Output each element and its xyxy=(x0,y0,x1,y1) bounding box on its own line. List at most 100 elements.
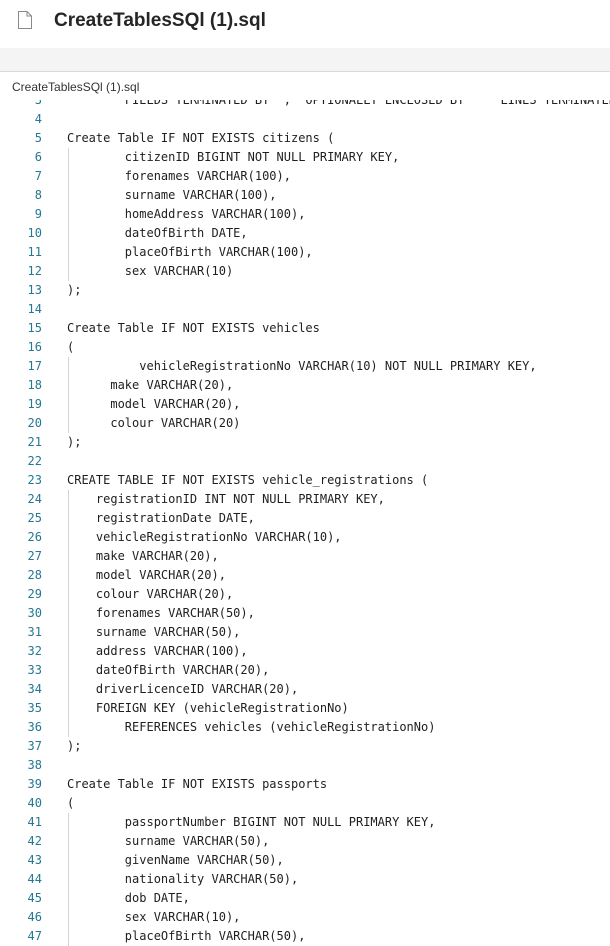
code-text: model VARCHAR(20), xyxy=(67,568,226,582)
code-line: 26 vehicleRegistrationNo VARCHAR(10), xyxy=(0,528,610,547)
code-area[interactable]: 3 FIELDS TERMINATED BY ',' OPTIONALLY EN… xyxy=(0,100,610,946)
code-text: dob DATE, xyxy=(67,891,190,905)
code-line: 14 xyxy=(0,300,610,319)
code-line: 20 colour VARCHAR(20) xyxy=(0,414,610,433)
code-text: CREATE TABLE IF NOT EXISTS vehicle_regis… xyxy=(67,473,429,487)
line-number: 23 xyxy=(27,473,42,487)
code-text: placeOfBirth VARCHAR(100), xyxy=(67,245,313,259)
code-text: sex VARCHAR(10), xyxy=(67,910,241,924)
line-number: 36 xyxy=(27,720,42,734)
code-text: dateOfBirth DATE, xyxy=(67,226,248,240)
line-number: 20 xyxy=(27,416,42,430)
line-number: 44 xyxy=(27,872,42,886)
code-line: 10 dateOfBirth DATE, xyxy=(0,224,610,243)
code-line: 22 xyxy=(0,452,610,471)
code-text: Create Table IF NOT EXISTS citizens ( xyxy=(67,131,335,145)
line-number: 17 xyxy=(27,359,42,373)
code-text: ); xyxy=(67,283,82,297)
code-text: driverLicenceID VARCHAR(20), xyxy=(67,682,299,696)
indent-guide xyxy=(68,490,69,737)
code-text: nationality VARCHAR(50), xyxy=(67,872,299,886)
editor-panel: CreateTablesSQl (1).sql 3 FIELDS TERMINA… xyxy=(0,71,610,946)
code-text: Create Table IF NOT EXISTS vehicles xyxy=(67,321,320,335)
line-number: 4 xyxy=(34,112,42,126)
code-text: vehicleRegistrationNo VARCHAR(10), xyxy=(67,530,342,544)
code-text: REFERENCES vehicles (vehicleRegistration… xyxy=(67,720,436,734)
code-line: 16 ( xyxy=(0,338,610,357)
code-line: 42 surname VARCHAR(50), xyxy=(0,832,610,851)
line-number: 25 xyxy=(27,511,42,525)
line-number: 16 xyxy=(27,340,42,354)
code-text: make VARCHAR(20), xyxy=(67,549,219,563)
editor-tab[interactable]: CreateTablesSQl (1).sql xyxy=(0,72,610,100)
indent-guide xyxy=(68,357,69,433)
line-number: 28 xyxy=(27,568,42,582)
code-line: 47 placeOfBirth VARCHAR(50), xyxy=(0,927,610,946)
code-line: 38 xyxy=(0,756,610,775)
line-number: 32 xyxy=(27,644,42,658)
code-line: 6 citizenID BIGINT NOT NULL PRIMARY KEY, xyxy=(0,148,610,167)
code-line: 8 surname VARCHAR(100), xyxy=(0,186,610,205)
line-number: 40 xyxy=(27,796,42,810)
line-number: 30 xyxy=(27,606,42,620)
line-number: 22 xyxy=(27,454,42,468)
code-text: givenName VARCHAR(50), xyxy=(67,853,284,867)
code-line: 27 make VARCHAR(20), xyxy=(0,547,610,566)
line-number: 3 xyxy=(34,100,42,107)
line-number: 9 xyxy=(34,207,42,221)
code-text: colour VARCHAR(20) xyxy=(67,416,241,430)
code-line: 34 driverLicenceID VARCHAR(20), xyxy=(0,680,610,699)
line-number: 29 xyxy=(27,587,42,601)
code-line: 32 address VARCHAR(100), xyxy=(0,642,610,661)
title-bar: CreateTablesSQl (1).sql xyxy=(0,0,610,48)
code-text: forenames VARCHAR(50), xyxy=(67,606,255,620)
line-number: 12 xyxy=(27,264,42,278)
code-line: 45 dob DATE, xyxy=(0,889,610,908)
line-number: 8 xyxy=(34,188,42,202)
indent-guide xyxy=(68,813,69,946)
code-line: 9 homeAddress VARCHAR(100), xyxy=(0,205,610,224)
title-separator xyxy=(0,48,610,72)
line-number: 45 xyxy=(27,891,42,905)
line-number: 13 xyxy=(27,283,42,297)
line-number: 34 xyxy=(27,682,42,696)
line-number: 24 xyxy=(27,492,42,506)
code-text: registrationDate DATE, xyxy=(67,511,255,525)
code-line: 41 passportNumber BIGINT NOT NULL PRIMAR… xyxy=(0,813,610,832)
editor-tab-label: CreateTablesSQl (1).sql xyxy=(12,80,140,94)
code-text: forenames VARCHAR(100), xyxy=(67,169,291,183)
code-line: 4 xyxy=(0,110,610,129)
code-line: 17 vehicleRegistrationNo VARCHAR(10) NOT… xyxy=(0,357,610,376)
code-line: 44 nationality VARCHAR(50), xyxy=(0,870,610,889)
line-number: 15 xyxy=(27,321,42,335)
line-number: 43 xyxy=(27,853,42,867)
code-line: 13); xyxy=(0,281,610,300)
code-line: 28 model VARCHAR(20), xyxy=(0,566,610,585)
line-number: 10 xyxy=(27,226,42,240)
code-line: 7 forenames VARCHAR(100), xyxy=(0,167,610,186)
line-number: 46 xyxy=(27,910,42,924)
line-number: 41 xyxy=(27,815,42,829)
code-text: dateOfBirth VARCHAR(20), xyxy=(67,663,270,677)
code-line: 30 forenames VARCHAR(50), xyxy=(0,604,610,623)
line-number: 35 xyxy=(27,701,42,715)
indent-guide xyxy=(68,148,69,281)
line-number: 6 xyxy=(34,150,42,164)
code-text: surname VARCHAR(50), xyxy=(67,625,241,639)
code-text: ); xyxy=(67,739,82,753)
code-line-partial: 3 FIELDS TERMINATED BY ',' OPTIONALLY EN… xyxy=(0,100,610,110)
code-text: colour VARCHAR(20), xyxy=(67,587,234,601)
code-line: 15 Create Table IF NOT EXISTS vehicles xyxy=(0,319,610,338)
line-number: 27 xyxy=(27,549,42,563)
code-text: model VARCHAR(20), xyxy=(67,397,241,411)
code-text: surname VARCHAR(100), xyxy=(67,188,277,202)
code-line: 29 colour VARCHAR(20), xyxy=(0,585,610,604)
code-line: 24 registrationID INT NOT NULL PRIMARY K… xyxy=(0,490,610,509)
code-line: 19 model VARCHAR(20), xyxy=(0,395,610,414)
code-line: 40 ( xyxy=(0,794,610,813)
code-line: 33 dateOfBirth VARCHAR(20), xyxy=(0,661,610,680)
line-number: 26 xyxy=(27,530,42,544)
code-line: 11 placeOfBirth VARCHAR(100), xyxy=(0,243,610,262)
code-text: FOREIGN KEY (vehicleRegistrationNo) xyxy=(67,701,349,715)
line-number: 21 xyxy=(27,435,42,449)
